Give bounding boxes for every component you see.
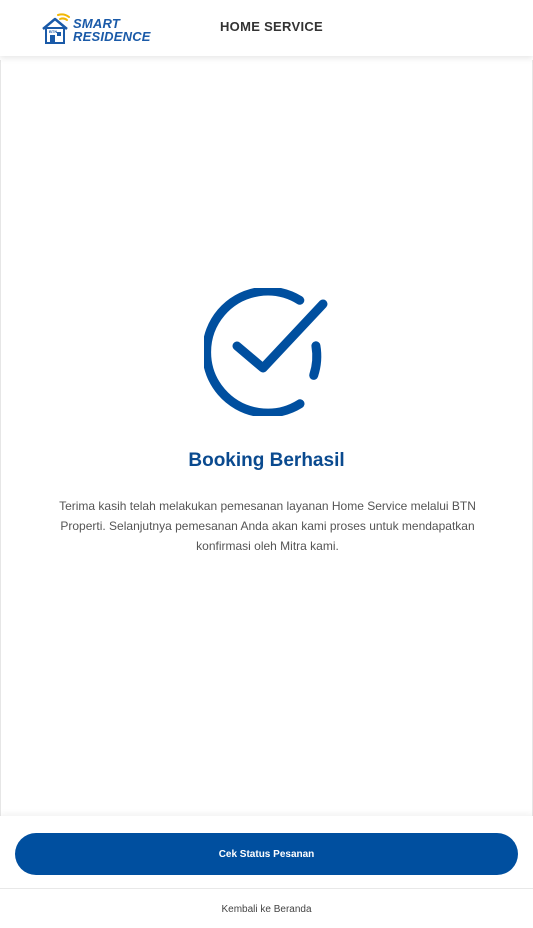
footer-divider — [0, 888, 533, 889]
action-footer: Cek Status Pesanan Kembali ke Beranda — [0, 816, 533, 928]
app-header: BTN SMART RESIDENCE HOME SERVICE — [0, 0, 533, 56]
booking-success-title: Booking Berhasil — [188, 450, 345, 471]
booking-success-message: Terima kasih telah melakukan pemesanan l… — [59, 499, 476, 553]
check-order-status-button[interactable]: Cek Status Pesanan — [15, 833, 518, 875]
back-to-home-link[interactable]: Kembali ke Beranda — [0, 904, 533, 915]
page-title: HOME SERVICE — [219, 19, 324, 34]
check-circle-icon — [204, 288, 328, 416]
main-content: Booking Berhasil Terima kasih telah mela… — [0, 60, 533, 816]
